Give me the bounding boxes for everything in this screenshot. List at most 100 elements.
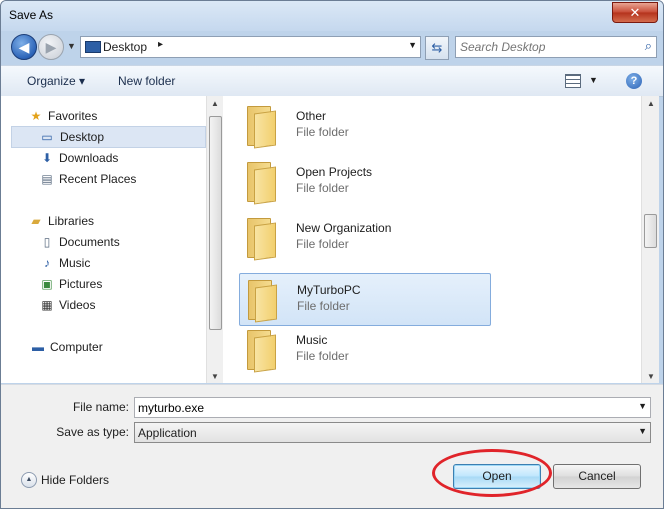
nav-item-label: Recent Places	[59, 172, 137, 186]
scroll-up-icon[interactable]: ▲	[647, 99, 655, 108]
navigation-scrollbar[interactable]: ▲ ▼	[206, 96, 223, 383]
file-name-input[interactable]	[138, 399, 618, 416]
pictures-icon: ▣	[41, 277, 53, 291]
nav-item-documents[interactable]: ▯ Documents	[39, 232, 222, 252]
save-as-dialog: Save As ✕ ◀ ▶ ▼ Desktop ▸ ▼ ⇆ ⌕ Organize…	[0, 0, 664, 509]
nav-item-label: Videos	[59, 298, 96, 312]
nav-item-recent-places[interactable]: ▤ Recent Places	[39, 169, 222, 189]
downloads-icon: ⬇	[41, 151, 53, 165]
folder-item[interactable]: Music File folder	[239, 324, 489, 375]
desktop-icon	[85, 41, 101, 53]
nav-item-label: Favorites	[48, 109, 98, 123]
nav-item-network[interactable]: ●	[30, 376, 216, 383]
folder-icon	[245, 162, 276, 205]
save-as-type-select[interactable]: Application ▼	[134, 422, 651, 443]
folder-icon	[246, 280, 277, 323]
folder-item[interactable]: New Organization File folder	[239, 212, 489, 263]
folder-type: File folder	[296, 125, 349, 139]
nav-item-label: Desktop	[60, 130, 105, 144]
folder-name: MyTurboPC	[297, 283, 361, 297]
refresh-icon: ⇆	[431, 40, 443, 55]
help-icon[interactable]: ?	[626, 73, 642, 89]
nav-item-downloads[interactable]: ⬇ Downloads	[39, 148, 222, 168]
red-highlight-circle	[432, 449, 552, 497]
scroll-thumb[interactable]	[644, 214, 657, 248]
save-as-type-value: Application	[138, 426, 197, 440]
forward-button[interactable]: ▶	[38, 34, 64, 60]
folder-type: File folder	[297, 299, 350, 313]
network-icon: ●	[30, 379, 46, 383]
window-title: Save As	[9, 8, 54, 22]
search-input[interactable]	[460, 39, 630, 55]
nav-item-label: Computer	[50, 340, 103, 354]
back-button[interactable]: ◀	[11, 34, 37, 60]
breadcrumb-chevron-icon[interactable]: ▸	[158, 39, 163, 50]
folder-name: Other	[296, 109, 327, 123]
nav-item-computer[interactable]: ▬ Computer	[30, 337, 216, 357]
nav-item-label: Music	[59, 256, 91, 270]
folder-icon	[245, 218, 276, 261]
file-list-scrollbar[interactable]: ▲ ▼	[641, 96, 659, 383]
file-list: Other File folder Open Projects File fol…	[223, 96, 641, 383]
view-dropdown-icon[interactable]: ▼	[589, 75, 598, 85]
recent-locations-dropdown[interactable]: ▼	[67, 41, 76, 51]
organize-menu[interactable]: Organize ▾	[27, 74, 85, 88]
scroll-down-icon[interactable]: ▼	[647, 372, 655, 381]
desktop-icon: ▭	[41, 130, 53, 144]
forward-arrow-icon: ▶	[45, 39, 57, 55]
nav-item-label: Downloads	[59, 151, 119, 165]
nav-item-favorites[interactable]: ★ Favorites	[28, 106, 214, 126]
hide-folders-label: Hide Folders	[41, 473, 110, 487]
new-folder-button[interactable]: New folder	[118, 74, 175, 88]
address-dropdown-icon[interactable]: ▼	[408, 40, 417, 50]
search-box[interactable]: ⌕	[455, 36, 657, 58]
folder-icon	[245, 106, 276, 149]
libraries-icon: ▰	[31, 214, 41, 228]
address-row: ◀ ▶ ▼ Desktop ▸ ▼ ⇆ ⌕	[1, 31, 663, 63]
nav-item-desktop[interactable]: ▭ Desktop	[11, 126, 206, 148]
folder-name: Open Projects	[296, 165, 373, 179]
back-arrow-icon: ◀	[18, 39, 30, 55]
music-icon: ♪	[44, 256, 50, 270]
scroll-down-icon[interactable]: ▼	[211, 372, 219, 381]
chevron-up-icon: ▲	[21, 472, 37, 488]
address-location[interactable]: Desktop	[103, 40, 147, 54]
folder-type: File folder	[296, 181, 349, 195]
scroll-thumb[interactable]	[209, 116, 222, 330]
close-button[interactable]: ✕	[612, 2, 658, 23]
nav-item-music[interactable]: ♪ Music	[39, 253, 222, 273]
cancel-button[interactable]: Cancel	[553, 464, 641, 489]
star-icon: ★	[30, 109, 42, 123]
change-view-icon[interactable]	[565, 74, 581, 88]
folder-type: File folder	[296, 349, 349, 363]
videos-icon: ▦	[41, 298, 53, 312]
scroll-up-icon[interactable]: ▲	[211, 99, 219, 108]
documents-icon: ▯	[43, 235, 51, 249]
folder-icon	[245, 330, 276, 373]
recent-places-icon: ▤	[41, 172, 53, 186]
nav-item-videos[interactable]: ▦ Videos	[39, 295, 222, 315]
save-options-panel: File name: ▼ Save as type: Application ▼…	[1, 384, 663, 508]
save-as-type-dropdown-icon[interactable]: ▼	[638, 426, 647, 436]
computer-icon: ▬	[32, 340, 44, 354]
folder-item-selected[interactable]: MyTurboPC File folder	[239, 273, 491, 326]
search-icon[interactable]: ⌕	[645, 38, 652, 54]
address-bar[interactable]: Desktop ▸ ▼	[80, 36, 421, 58]
folder-item[interactable]: Other File folder	[239, 100, 489, 151]
folder-type: File folder	[296, 237, 349, 251]
nav-item-pictures[interactable]: ▣ Pictures	[39, 274, 222, 294]
navigation-pane: ★ Favorites ▭ Desktop ⬇ Downloads ▤ Rece…	[1, 96, 223, 383]
nav-item-label: Libraries	[48, 214, 95, 228]
folder-item[interactable]: Open Projects File folder	[239, 156, 489, 207]
folder-name: New Organization	[296, 221, 392, 235]
title-bar: Save As ✕	[1, 1, 663, 31]
nav-item-libraries[interactable]: ▰ Libraries	[28, 211, 214, 231]
file-name-label: File name:	[72, 400, 129, 414]
save-as-type-label: Save as type:	[56, 425, 129, 439]
file-name-combobox[interactable]: ▼	[134, 397, 651, 418]
command-bar: Organize ▾ New folder ▼ ?	[1, 65, 663, 97]
file-name-dropdown-icon[interactable]: ▼	[638, 401, 647, 411]
refresh-button[interactable]: ⇆	[425, 36, 449, 60]
nav-item-label: Pictures	[59, 277, 103, 291]
close-icon: ✕	[629, 5, 641, 20]
